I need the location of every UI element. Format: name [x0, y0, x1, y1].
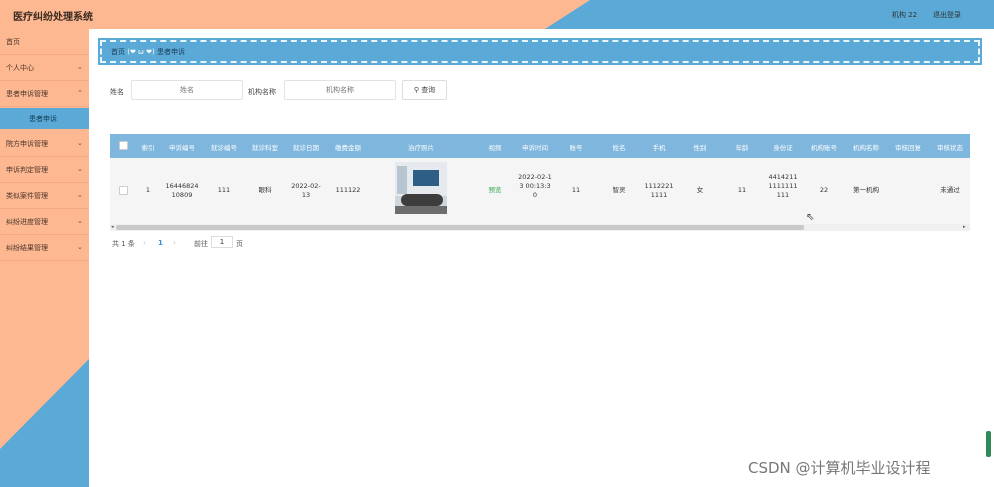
- cell-visit-date: 2022-02-13: [291, 182, 321, 199]
- cell-name: 智灵: [612, 186, 626, 194]
- col-header: 机构账号: [811, 144, 837, 152]
- sidebar-item-label: 申诉判定管理: [6, 166, 48, 174]
- pagination-page-unit: 页: [236, 240, 243, 248]
- cell-visit-no: 111: [217, 186, 231, 194]
- sidebar-item-label: 纠纷进度管理: [6, 218, 48, 226]
- name-search-input[interactable]: [131, 80, 243, 100]
- cell-phone: 11122211111: [644, 182, 674, 199]
- cell-account: 11: [571, 186, 581, 194]
- col-header: 机构名称: [853, 144, 879, 152]
- col-header: 账号: [569, 144, 583, 152]
- scroll-right-icon[interactable]: ▸: [963, 224, 966, 230]
- sidebar-item-label: 个人中心: [6, 64, 34, 72]
- app-title: 医疗纠纷处理系统: [13, 12, 93, 23]
- pagination-goto-input[interactable]: 1: [211, 236, 233, 248]
- col-header: 姓名: [612, 144, 626, 152]
- sidebar-item-label: 首页: [6, 38, 20, 46]
- col-header: 就诊日期: [293, 144, 319, 152]
- cell-index: 1: [145, 186, 151, 194]
- sidebar-item-label: 院方申诉管理: [6, 140, 48, 148]
- name-label: 姓名: [110, 88, 124, 96]
- cell-amount: 111122: [335, 186, 361, 194]
- table-row[interactable]: 1 1644682410809 111 眼科 2022-02-13 111122…: [110, 158, 970, 224]
- breadcrumb-current: 患者申诉: [156, 48, 185, 56]
- sidebar-item-similar-cases-mgmt[interactable]: 类似案件管理 ⌄: [0, 183, 89, 209]
- col-header: 索引: [141, 144, 155, 152]
- cell-appeal-time: 2022-02-13 00:13:30: [518, 173, 552, 199]
- sidebar: 首页 个人中心 ⌄ 患者申诉管理 ⌃ 患者申诉 院方申诉管理 ⌄ 申诉判定管理 …: [0, 29, 89, 487]
- sidebar-item-label: 患者申诉: [29, 115, 57, 123]
- col-header: 性别: [693, 144, 707, 152]
- chevron-down-icon: ⌄: [77, 243, 83, 251]
- scrollbar-thumb[interactable]: [116, 225, 804, 230]
- chevron-down-icon: ⌄: [77, 217, 83, 225]
- cell-age: 11: [737, 186, 747, 194]
- sidebar-item-label: 纠纷结果管理: [6, 244, 48, 252]
- table-header: 索引 申诉编号 就诊编号 就诊科室 就诊日期 缴费金额 治疗照片 视频 申诉时间…: [110, 134, 970, 158]
- col-header: 缴费金额: [335, 144, 361, 152]
- scroll-left-icon[interactable]: ◂: [111, 224, 114, 230]
- sidebar-item-dispute-result-mgmt[interactable]: 纠纷结果管理 ⌄: [0, 235, 89, 261]
- header-peach-band: [0, 0, 590, 29]
- pagination-prev[interactable]: ‹: [143, 239, 146, 247]
- search-icon: ⚲: [413, 86, 419, 94]
- cell-org-account: 22: [819, 186, 829, 194]
- col-header: 申诉时间: [522, 144, 548, 152]
- select-all-checkbox[interactable]: [119, 141, 128, 150]
- sidebar-item-patient-appeal-mgmt[interactable]: 患者申诉管理 ⌃: [0, 81, 89, 107]
- chevron-down-icon: ⌄: [77, 191, 83, 199]
- col-header: 申诉编号: [169, 144, 195, 152]
- org-name-search-input[interactable]: [284, 80, 396, 100]
- sidebar-item-hospital-appeal-mgmt[interactable]: 院方申诉管理 ⌄: [0, 131, 89, 157]
- col-header: 审核回复: [895, 144, 921, 152]
- watermark: CSDN @计算机毕业设计程: [748, 459, 931, 477]
- sidebar-item-patient-appeal[interactable]: 患者申诉: [0, 108, 89, 129]
- top-header: 医疗纠纷处理系统 机构 22 退出登录: [0, 0, 994, 29]
- org-name-label: 机构名称: [248, 88, 276, 96]
- cell-department: 眼科: [258, 186, 272, 194]
- video-preview-link[interactable]: 预览: [480, 186, 510, 195]
- sidebar-item-home[interactable]: 首页: [0, 29, 89, 55]
- breadcrumb: 首页 (❤ ω ❤) 患者申诉: [98, 38, 982, 65]
- pagination-goto-label: 前往: [194, 240, 208, 248]
- col-header: 视频: [488, 144, 502, 152]
- sidebar-item-label: 患者申诉管理: [6, 90, 48, 98]
- col-header: 年龄: [735, 144, 749, 152]
- cell-org-name: 第一机构: [853, 186, 879, 194]
- cell-gender: 女: [696, 186, 704, 194]
- cell-appeal-no: 1644682410809: [165, 182, 199, 199]
- sidebar-item-label: 类似案件管理: [6, 192, 48, 200]
- pagination-current[interactable]: 1: [158, 239, 163, 247]
- sidebar-item-personal-center[interactable]: 个人中心 ⌄: [0, 55, 89, 81]
- col-header: 就诊科室: [252, 144, 278, 152]
- sidebar-item-appeal-judgment-mgmt[interactable]: 申诉判定管理 ⌄: [0, 157, 89, 183]
- col-header: 就诊编号: [211, 144, 237, 152]
- cell-id-card: 44142111111111111: [768, 173, 798, 199]
- cell-review-status: 未通过: [940, 186, 960, 194]
- breadcrumb-separator: (❤ ω ❤): [127, 48, 155, 56]
- pagination-next[interactable]: ›: [173, 239, 176, 247]
- mouse-cursor-icon: ⇖: [806, 212, 815, 223]
- horizontal-scrollbar[interactable]: ◂ ▸: [110, 224, 970, 231]
- chevron-down-icon: ⌄: [77, 139, 83, 147]
- pagination-total: 共 1 条: [112, 240, 135, 248]
- logout-link[interactable]: 退出登录: [933, 10, 961, 20]
- chevron-up-icon: ⌃: [77, 89, 83, 97]
- chevron-down-icon: ⌄: [77, 165, 83, 173]
- row-checkbox[interactable]: [119, 186, 128, 195]
- col-header: 治疗照片: [408, 144, 434, 152]
- query-button[interactable]: ⚲ 查询: [402, 80, 447, 100]
- header-user: 机构 22: [892, 11, 918, 19]
- treatment-photo[interactable]: [395, 162, 447, 214]
- col-header: 身份证: [773, 144, 793, 152]
- scroll-indicator: [986, 431, 991, 457]
- data-table: 索引 申诉编号 就诊编号 就诊科室 就诊日期 缴费金额 治疗照片 视频 申诉时间…: [110, 134, 970, 232]
- sidebar-item-dispute-progress-mgmt[interactable]: 纠纷进度管理 ⌄: [0, 209, 89, 235]
- col-header: 审核状态: [937, 144, 963, 152]
- query-button-label: 查询: [421, 86, 436, 94]
- chevron-down-icon: ⌄: [77, 63, 83, 71]
- col-header: 手机: [652, 144, 666, 152]
- breadcrumb-home[interactable]: 首页: [111, 48, 125, 56]
